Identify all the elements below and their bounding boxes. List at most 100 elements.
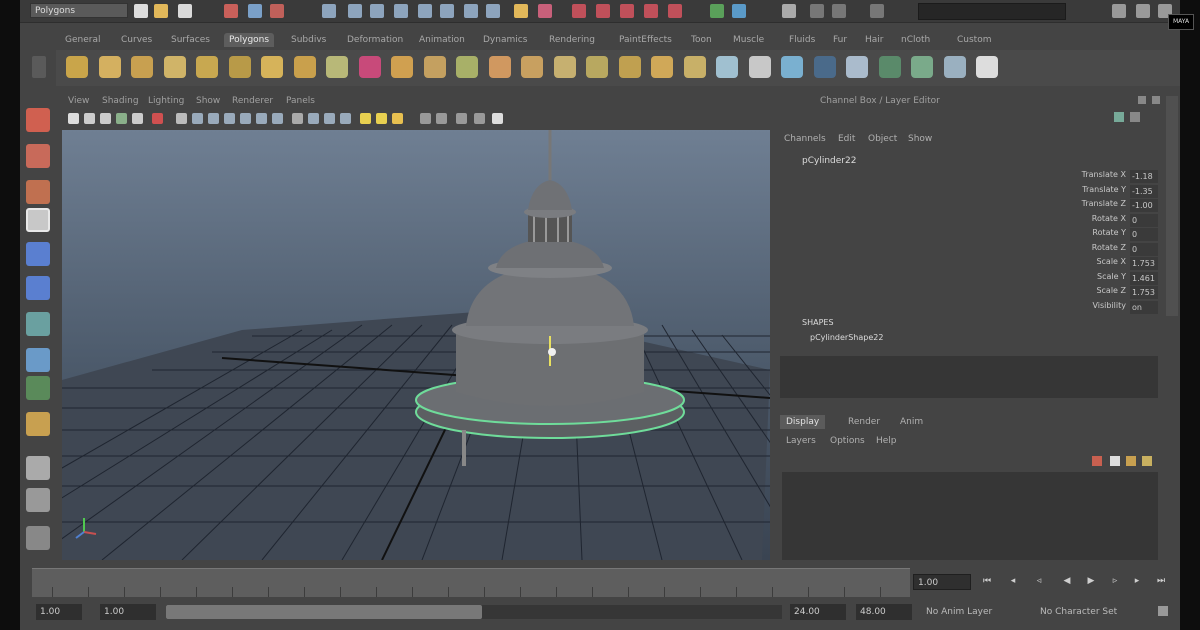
- menu-panels[interactable]: Panels: [286, 96, 315, 106]
- animation-start-field[interactable]: 1.00: [36, 604, 82, 620]
- menu-view[interactable]: View: [68, 96, 89, 106]
- anim-layer-dropdown[interactable]: No Anim Layer: [926, 604, 1030, 620]
- play-backwards-icon[interactable]: ◀: [1060, 574, 1074, 588]
- poly-plane-icon[interactable]: [196, 56, 218, 78]
- snap-curve-icon[interactable]: [596, 4, 610, 18]
- move-tool-icon[interactable]: [26, 208, 50, 232]
- quick-select-field[interactable]: [918, 3, 1066, 20]
- mirror-icon[interactable]: [586, 56, 608, 78]
- append-polygon-icon[interactable]: [683, 56, 706, 78]
- new-layer-from-selection-icon[interactable]: [1142, 456, 1152, 466]
- shelf-tab-hair[interactable]: Hair: [860, 33, 888, 47]
- shelf-tab-custom[interactable]: Custom: [952, 33, 996, 47]
- shelf-tab-painteffects[interactable]: PaintEffects: [614, 33, 677, 47]
- open-scene-icon[interactable]: [154, 4, 168, 18]
- render-settings-icon[interactable]: [810, 4, 824, 18]
- menu-object[interactable]: Object: [868, 134, 897, 144]
- attr-value-field[interactable]: 1.753: [1130, 286, 1158, 299]
- poly-cylinder-icon[interactable]: [131, 56, 153, 78]
- snap-grid-icon[interactable]: [572, 4, 586, 18]
- soft-modification-icon[interactable]: [26, 348, 50, 372]
- shelf-tab-rendering[interactable]: Rendering: [544, 33, 600, 47]
- use-all-lights-icon[interactable]: [360, 113, 371, 124]
- poly-prism-icon[interactable]: [261, 56, 283, 78]
- select-curve-icon[interactable]: [370, 4, 384, 18]
- step-forward-frame-icon[interactable]: ▸: [1130, 574, 1144, 588]
- menu-help[interactable]: Help: [876, 436, 897, 446]
- x-ray-icon[interactable]: [492, 113, 503, 124]
- move-layer-down-icon[interactable]: [1110, 456, 1120, 466]
- lock-selection-icon[interactable]: [514, 4, 528, 18]
- depth-of-field-icon[interactable]: [456, 113, 467, 124]
- menu-show-cb[interactable]: Show: [908, 134, 932, 144]
- hypershade-icon[interactable]: [832, 4, 846, 18]
- grease-pencil-icon[interactable]: [152, 113, 163, 124]
- single-perspective-layout-icon[interactable]: [26, 456, 50, 480]
- poly-pipe-icon[interactable]: [326, 56, 348, 78]
- booleans-icon[interactable]: [456, 56, 478, 78]
- merge-icon[interactable]: [911, 56, 933, 78]
- character-set-dropdown[interactable]: No Character Set: [1040, 604, 1150, 620]
- split-polygon-icon[interactable]: [716, 56, 738, 78]
- tab-display[interactable]: Display: [780, 415, 826, 429]
- shelf-tab-ncloth[interactable]: nCloth: [896, 33, 935, 47]
- textured-icon[interactable]: [340, 113, 351, 124]
- menu-layers[interactable]: Layers: [786, 436, 816, 446]
- show-manipulator-icon[interactable]: [26, 376, 50, 400]
- layer-editor-options-icon[interactable]: [1130, 112, 1140, 122]
- safe-title-icon[interactable]: [272, 113, 283, 124]
- select-dynamic-icon[interactable]: [440, 4, 454, 18]
- wireframe-icon[interactable]: [292, 113, 303, 124]
- shelf-tab-toon[interactable]: Toon: [686, 33, 717, 47]
- new-layer-icon[interactable]: [1126, 456, 1136, 466]
- select-joint-icon[interactable]: [348, 4, 362, 18]
- menu-edit[interactable]: Edit: [838, 134, 855, 144]
- animation-end-field[interactable]: 48.00: [856, 604, 912, 620]
- outliner-layout-icon[interactable]: [26, 526, 50, 550]
- combine-icon[interactable]: [358, 56, 381, 78]
- poly-cone-icon[interactable]: [163, 56, 186, 78]
- input-line-icon[interactable]: [870, 4, 884, 18]
- bevel-icon[interactable]: [878, 56, 901, 78]
- smooth-icon[interactable]: [488, 56, 511, 78]
- image-plane-icon[interactable]: [116, 113, 127, 124]
- isolate-select-icon[interactable]: [474, 113, 485, 124]
- attr-label[interactable]: Translate X: [1020, 170, 1126, 179]
- snap-live-icon[interactable]: [668, 4, 682, 18]
- anti-aliasing-icon[interactable]: [436, 113, 447, 124]
- shelf-tab-fur[interactable]: Fur: [828, 33, 852, 47]
- select-surface-icon[interactable]: [394, 4, 408, 18]
- attr-label[interactable]: Scale X: [1020, 257, 1126, 266]
- attr-value-field[interactable]: on: [1130, 300, 1158, 314]
- shelf-menu-icon[interactable]: [32, 56, 46, 78]
- extrude-icon[interactable]: [813, 56, 836, 78]
- shelf-tab-fluids[interactable]: Fluids: [784, 33, 820, 47]
- shelf-tab-dynamics[interactable]: Dynamics: [478, 33, 532, 47]
- select-misc-icon[interactable]: [486, 4, 500, 18]
- auto-key-icon[interactable]: [1158, 606, 1168, 616]
- go-to-start-icon[interactable]: ⏮: [980, 574, 994, 588]
- poly-sphere-icon[interactable]: [66, 56, 88, 78]
- attribute-editor-toggle-icon[interactable]: [1112, 4, 1126, 18]
- tab-anim[interactable]: Anim: [894, 415, 929, 429]
- highlight-selection-icon[interactable]: [538, 4, 552, 18]
- screen-space-ao-icon[interactable]: [392, 113, 403, 124]
- attribute-editor-side-tab[interactable]: [1166, 96, 1178, 316]
- cleanup-icon[interactable]: [553, 56, 576, 78]
- paint-select-tool-icon[interactable]: [26, 180, 50, 204]
- select-handle-icon[interactable]: [322, 4, 336, 18]
- attr-value-field[interactable]: -1.35: [1130, 184, 1158, 198]
- step-back-frame-icon[interactable]: ◂: [1006, 574, 1020, 588]
- attr-label[interactable]: Rotate Z: [1020, 243, 1126, 252]
- menu-shading[interactable]: Shading: [102, 96, 139, 106]
- select-camera-icon[interactable]: [68, 113, 79, 124]
- select-component-icon[interactable]: [270, 4, 284, 18]
- rotate-tool-icon[interactable]: [26, 242, 50, 266]
- gate-mask-icon[interactable]: [224, 113, 235, 124]
- menu-show[interactable]: Show: [196, 96, 220, 106]
- selected-object-name[interactable]: pCylinder22: [802, 156, 856, 166]
- grid-toggle-icon[interactable]: [176, 113, 187, 124]
- make-hole-icon[interactable]: [651, 56, 673, 78]
- select-tool-icon[interactable]: [26, 108, 50, 132]
- perspective-viewport[interactable]: [62, 130, 770, 560]
